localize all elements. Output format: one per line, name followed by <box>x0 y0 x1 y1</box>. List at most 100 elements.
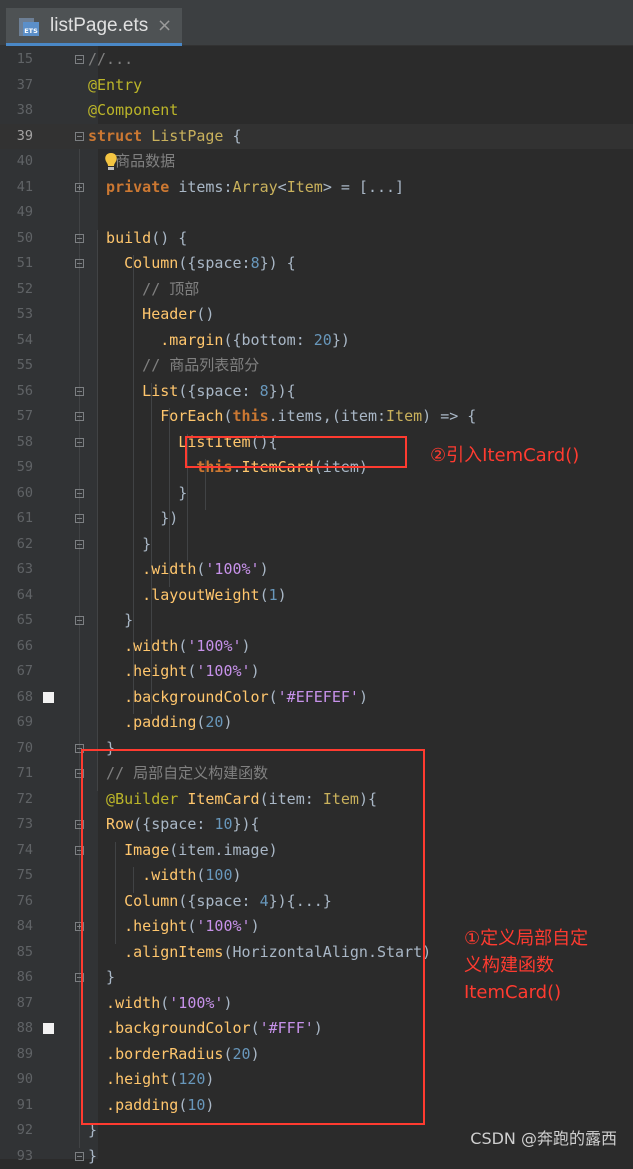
code-text[interactable]: .padding(20) <box>88 710 233 736</box>
line-number[interactable]: 88 <box>0 1016 33 1042</box>
fold-collapse-icon[interactable] <box>75 438 84 447</box>
code-text[interactable]: } <box>88 1144 97 1169</box>
code-text[interactable]: .width('100%') <box>88 557 269 583</box>
line-number[interactable]: 85 <box>0 940 33 966</box>
code-text[interactable]: } <box>88 481 187 507</box>
line-number[interactable]: 74 <box>0 838 33 864</box>
code-line[interactable]: 57 ForEach(this.items,(item:Item) => { <box>0 404 633 430</box>
code-line[interactable]: 67 .height('100%') <box>0 659 633 685</box>
line-number[interactable]: 38 <box>0 98 33 124</box>
line-number[interactable]: 60 <box>0 481 33 507</box>
code-text[interactable]: } <box>88 608 133 634</box>
gutter-marker-icon[interactable] <box>43 692 54 703</box>
code-text[interactable]: private items:Array<Item> = [...] <box>88 175 404 201</box>
line-number[interactable]: 68 <box>0 685 33 711</box>
line-number[interactable]: 76 <box>0 889 33 915</box>
file-tab[interactable]: ETS listPage.ets × <box>6 8 182 46</box>
line-number[interactable]: 91 <box>0 1093 33 1119</box>
code-text[interactable]: @Entry <box>88 73 142 99</box>
code-line[interactable]: 63 .width('100%') <box>0 557 633 583</box>
code-text[interactable]: .backgroundColor('#EFEFEF') <box>88 685 368 711</box>
code-line[interactable]: 61 }) <box>0 506 633 532</box>
code-text[interactable]: 商品数据 <box>88 149 175 175</box>
code-line[interactable]: 68 .backgroundColor('#EFEFEF') <box>0 685 633 711</box>
line-number[interactable]: 66 <box>0 634 33 660</box>
code-text[interactable]: }) <box>88 506 178 532</box>
line-number[interactable]: 65 <box>0 608 33 634</box>
code-text[interactable]: .layoutWeight(1) <box>88 583 287 609</box>
code-text[interactable]: ForEach(this.items,(item:Item) => { <box>88 404 476 430</box>
fold-end-icon[interactable] <box>75 540 84 549</box>
lightbulb-icon[interactable] <box>103 152 119 172</box>
line-number[interactable]: 87 <box>0 991 33 1017</box>
code-text[interactable]: Header() <box>88 302 214 328</box>
code-line[interactable]: 54 .margin({bottom: 20}) <box>0 328 633 354</box>
line-number[interactable]: 58 <box>0 430 33 456</box>
line-number[interactable]: 89 <box>0 1042 33 1068</box>
fold-collapse-icon[interactable] <box>75 412 84 421</box>
line-number[interactable]: 92 <box>0 1118 33 1144</box>
code-line[interactable]: 50 build() { <box>0 226 633 252</box>
line-number[interactable]: 72 <box>0 787 33 813</box>
line-number[interactable]: 50 <box>0 226 33 252</box>
line-number[interactable]: 56 <box>0 379 33 405</box>
line-number[interactable]: 54 <box>0 328 33 354</box>
line-number[interactable]: 53 <box>0 302 33 328</box>
line-number[interactable]: 52 <box>0 277 33 303</box>
line-number[interactable]: 39 <box>0 124 33 150</box>
code-line[interactable]: 66 .width('100%') <box>0 634 633 660</box>
code-text[interactable]: // 商品列表部分 <box>88 353 259 379</box>
fold-collapse-icon[interactable] <box>75 259 84 268</box>
gutter-marker-icon[interactable] <box>43 1023 54 1034</box>
line-number[interactable]: 90 <box>0 1067 33 1093</box>
fold-end-icon[interactable] <box>75 489 84 498</box>
code-line[interactable]: 62 } <box>0 532 633 558</box>
code-text[interactable]: struct ListPage { <box>88 124 242 150</box>
line-number[interactable]: 64 <box>0 583 33 609</box>
code-line[interactable]: 37@Entry <box>0 73 633 99</box>
code-line[interactable]: 60 } <box>0 481 633 507</box>
line-number[interactable]: 59 <box>0 455 33 481</box>
line-number[interactable]: 55 <box>0 353 33 379</box>
line-number[interactable]: 69 <box>0 710 33 736</box>
code-line[interactable]: 39 struct ListPage { <box>0 124 633 150</box>
code-text[interactable]: .height('100%') <box>88 659 260 685</box>
line-number[interactable]: 62 <box>0 532 33 558</box>
code-line[interactable]: 15//... <box>0 47 633 73</box>
code-text[interactable]: // 顶部 <box>88 277 199 303</box>
line-number[interactable]: 40 <box>0 149 33 175</box>
line-number[interactable]: 75 <box>0 863 33 889</box>
line-number[interactable]: 93 <box>0 1144 33 1169</box>
fold-expand-icon[interactable] <box>75 183 84 192</box>
code-text[interactable]: .margin({bottom: 20}) <box>88 328 350 354</box>
code-line[interactable]: 52 // 顶部 <box>0 277 633 303</box>
code-line[interactable]: 41 private items:Array<Item> = [...] <box>0 175 633 201</box>
code-line[interactable]: 56 List({space: 8}){ <box>0 379 633 405</box>
code-text[interactable]: //... <box>88 47 133 73</box>
line-number[interactable]: 63 <box>0 557 33 583</box>
line-number[interactable]: 86 <box>0 965 33 991</box>
line-number[interactable]: 67 <box>0 659 33 685</box>
code-text[interactable]: .width('100%') <box>88 634 251 660</box>
fold-end-icon[interactable] <box>75 1152 84 1161</box>
code-text[interactable]: @Component <box>88 98 178 124</box>
close-icon[interactable]: × <box>157 15 172 36</box>
line-number[interactable]: 51 <box>0 251 33 277</box>
code-line[interactable]: 49 <box>0 200 633 226</box>
code-line[interactable]: 53 Header() <box>0 302 633 328</box>
line-number[interactable]: 61 <box>0 506 33 532</box>
line-number[interactable]: 84 <box>0 914 33 940</box>
line-number[interactable]: 49 <box>0 200 33 226</box>
code-line[interactable]: 40 商品数据 <box>0 149 633 175</box>
fold-collapse-icon[interactable] <box>75 132 84 141</box>
fold-end-icon[interactable] <box>75 616 84 625</box>
code-text[interactable]: build() { <box>88 226 187 252</box>
line-number[interactable]: 57 <box>0 404 33 430</box>
code-line[interactable]: 38 @Component <box>0 98 633 124</box>
fold-end-icon[interactable] <box>75 514 84 523</box>
code-text[interactable]: Column({space:8}) { <box>88 251 296 277</box>
code-line[interactable]: 69 .padding(20) <box>0 710 633 736</box>
code-line[interactable]: 55 // 商品列表部分 <box>0 353 633 379</box>
code-line[interactable]: 64 .layoutWeight(1) <box>0 583 633 609</box>
line-number[interactable]: 73 <box>0 812 33 838</box>
